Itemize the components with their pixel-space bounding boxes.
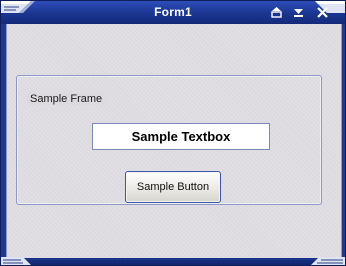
sample-textbox[interactable]: Sample Textbox [92, 123, 270, 150]
frame-label: Sample Frame [27, 93, 106, 105]
resize-grip-left-icon[interactable] [1, 257, 31, 265]
restore-icon [271, 7, 282, 18]
app-window: Form1 Sample Frame Sample Textbox Sample… [0, 0, 346, 266]
minimize-icon [294, 9, 303, 17]
sample-button[interactable]: Sample Button [125, 171, 221, 203]
title-bar[interactable]: Form1 [1, 1, 345, 24]
close-icon [317, 7, 328, 18]
minimize-button[interactable] [291, 5, 306, 20]
bottom-border [1, 258, 345, 265]
restore-button[interactable] [269, 5, 284, 20]
resize-grip-right-icon[interactable] [311, 257, 345, 265]
close-button[interactable] [315, 5, 330, 20]
